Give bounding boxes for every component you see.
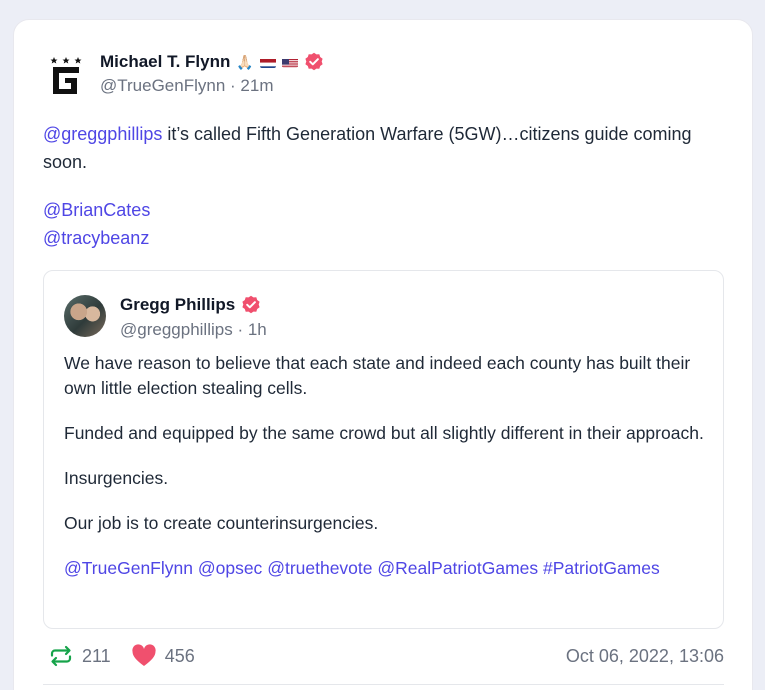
quoted-tags: @TrueGenFlynn @opsec @truethevote @RealP…	[64, 556, 704, 581]
post-body: @greggphillips it’s called Fifth Generat…	[43, 120, 723, 252]
quoted-paragraph: We have reason to believe that each stat…	[64, 353, 691, 398]
post-mentions: @BrianCates @tracybeanz	[43, 196, 723, 252]
author-name[interactable]: Michael T. Flynn	[100, 52, 230, 72]
like-button[interactable]: 456	[131, 644, 195, 668]
g-logo-icon[interactable]	[44, 54, 88, 98]
quoted-body: We have reason to believe that each stat…	[64, 351, 704, 581]
mention-link[interactable]: @TrueGenFlynn	[64, 558, 193, 578]
mention-link[interactable]: @tracybeanz	[43, 228, 149, 248]
quoted-time[interactable]: 1h	[248, 320, 267, 339]
post-paragraph: @greggphillips it’s called Fifth Generat…	[43, 120, 723, 176]
praying-hands-emoji: 🙏🏻	[236, 54, 254, 70]
quoted-author: Gregg Phillips @greggphillips · 1h	[64, 293, 267, 340]
post-date[interactable]: Oct 06, 2022, 13:06	[566, 646, 724, 667]
quoted-paragraph: Our job is to create counterinsurgencies…	[64, 513, 379, 533]
divider	[43, 684, 724, 685]
author-handle-line: @TrueGenFlynn · 21m	[100, 76, 274, 95]
mention-link[interactable]: @RealPatriotGames	[377, 558, 538, 578]
repost-count: 211	[82, 645, 111, 666]
like-count: 456	[164, 645, 195, 666]
verified-badge-icon	[304, 52, 324, 72]
author-handle[interactable]: @TrueGenFlynn	[100, 76, 225, 95]
post-author: Michael T. Flynn 🙏🏻 @TrueGenFlynn · 21m	[44, 50, 324, 98]
netherlands-flag-icon	[259, 57, 276, 68]
hashtag-link[interactable]: #PatriotGames	[543, 558, 660, 578]
post-footer: 211 456 Oct 06, 2022, 13:06	[48, 640, 724, 672]
us-flag-icon	[281, 57, 298, 68]
mention-link[interactable]: @greggphillips	[43, 124, 162, 144]
quoted-post[interactable]: Gregg Phillips @greggphillips · 1h We ha…	[43, 270, 724, 629]
repost-button[interactable]: 211	[48, 644, 111, 668]
mention-link[interactable]: @truethevote	[267, 558, 372, 578]
mention-link[interactable]: @opsec	[198, 558, 262, 578]
avatar[interactable]	[64, 295, 106, 337]
mention-link[interactable]: @BrianCates	[43, 200, 150, 220]
heart-icon	[132, 644, 156, 666]
quoted-handle[interactable]: @greggphillips	[120, 320, 233, 339]
repost-icon	[50, 645, 72, 667]
post-card: Michael T. Flynn 🙏🏻 @TrueGenFlynn · 21m	[13, 19, 753, 690]
quoted-paragraph: Insurgencies.	[64, 468, 169, 488]
quoted-author-name[interactable]: Gregg Phillips	[120, 295, 235, 315]
post-time[interactable]: 21m	[240, 76, 273, 95]
quoted-paragraph: Funded and equipped by the same crowd bu…	[64, 423, 704, 443]
quoted-handle-line: @greggphillips · 1h	[120, 320, 267, 339]
verified-badge-icon	[241, 295, 261, 315]
